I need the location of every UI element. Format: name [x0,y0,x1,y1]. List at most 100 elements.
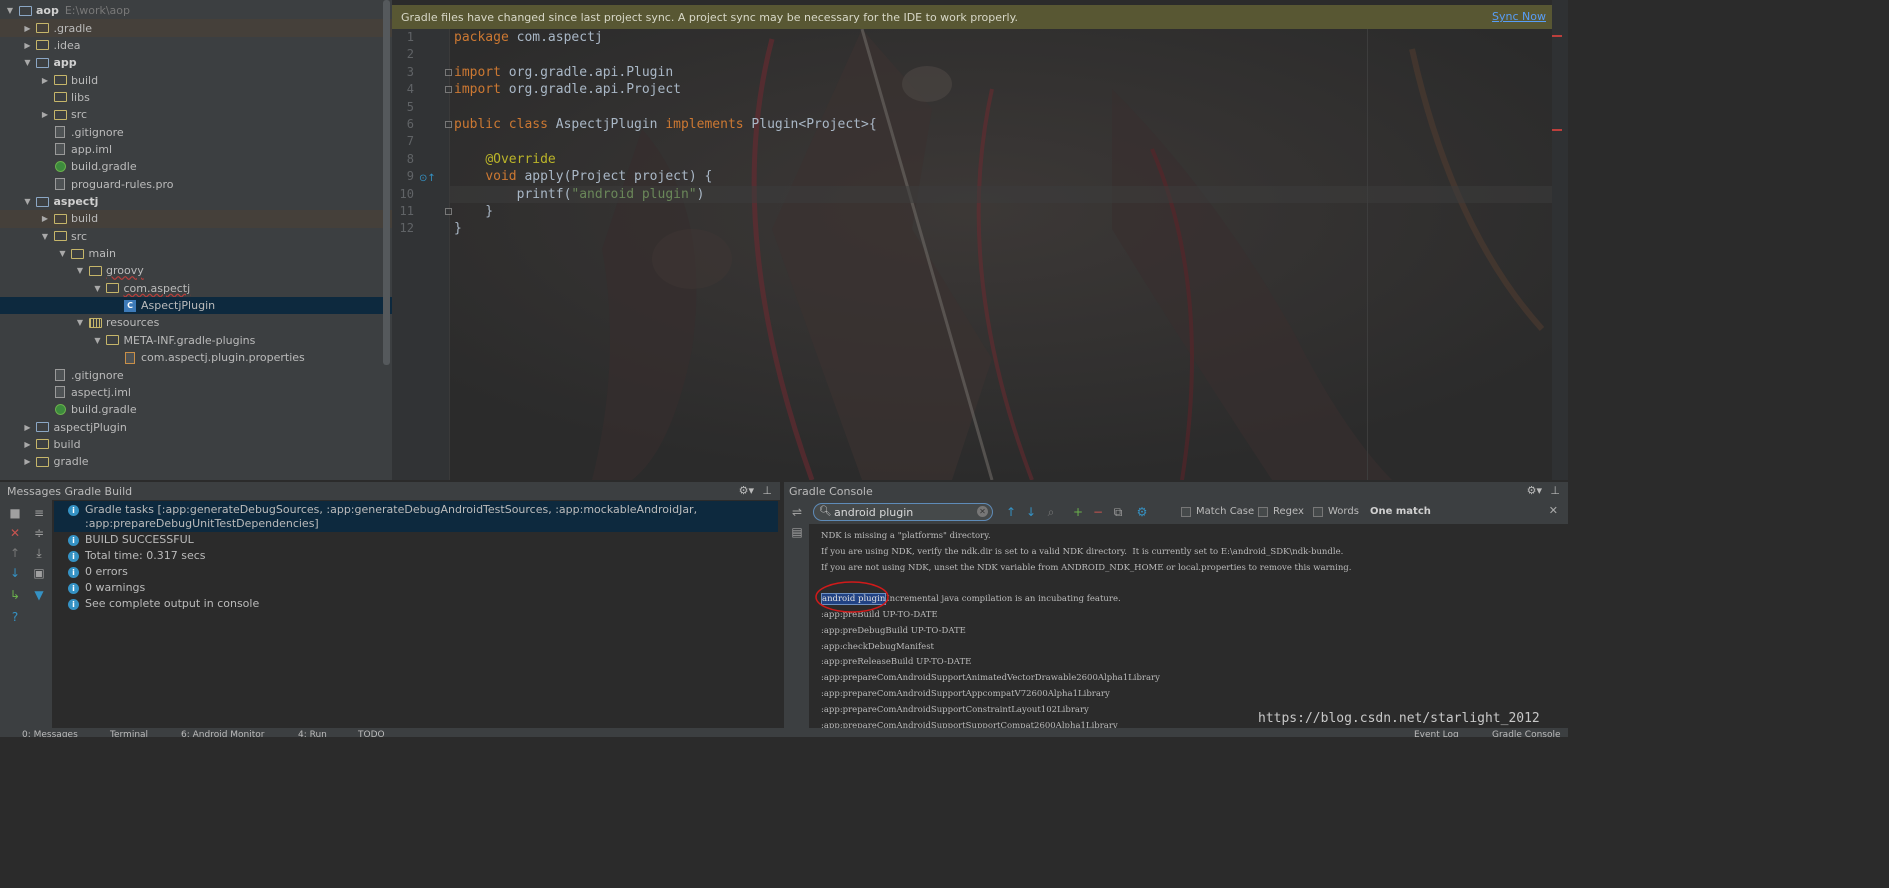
tool-tab-todo[interactable]: TODO [358,730,385,737]
settings-gear-icon[interactable]: ⚙▾ [1527,484,1542,497]
search-settings-icon[interactable]: ⚙ [1135,505,1149,519]
chevron-right-icon[interactable]: ▶ [39,110,51,119]
console-search-field[interactable]: 🔍︎ android plugin ✕ [813,503,993,521]
chevron-right-icon[interactable]: ▶ [39,214,51,223]
error-marker[interactable] [1552,35,1562,37]
tree-item-meta-inf-gradle-plugins[interactable]: ▼ META-INF.gradle-plugins [0,332,392,349]
tree-item--gitignore[interactable]: .gitignore [0,123,392,140]
chevron-right-icon[interactable]: ▶ [22,24,34,33]
hide-panel-icon[interactable]: ⊥ [1550,484,1560,497]
previous-occurrence-icon[interactable]: ↑ [8,546,22,560]
clear-console-icon[interactable]: ▤ [790,525,804,539]
chevron-right-icon[interactable]: ▶ [22,440,34,449]
tool-tab-0-messages[interactable]: 0: Messages [22,730,78,737]
chevron-down-icon[interactable]: ▼ [22,58,34,67]
words-option[interactable]: Words [1313,506,1359,517]
tree-item-app[interactable]: ▼ app [0,54,392,71]
tree-item-proguard-rules-pro[interactable]: proguard-rules.pro [0,176,392,193]
chevron-down-icon[interactable]: ▼ [92,284,104,293]
chevron-down-icon[interactable]: ▼ [39,232,51,241]
sync-now-link[interactable]: Sync Now [1492,10,1546,23]
next-occurrence-icon[interactable]: ↓ [8,566,22,580]
tree-item-aspectj[interactable]: ▼ aspectj [0,193,392,210]
error-marker[interactable] [1552,129,1562,131]
tree-item-aspectjplugin[interactable]: C AspectjPlugin [0,296,392,315]
soft-wrap-icon[interactable]: ⇌ [790,505,804,519]
tree-item-com-aspectj-plugin-properties[interactable]: com.aspectj.plugin.properties [0,349,392,366]
message-row[interactable]: i Total time: 0.317 secs [68,549,206,563]
chevron-down-icon[interactable]: ▼ [74,266,86,275]
clear-search-icon[interactable]: ✕ [977,506,988,517]
find-all-icon[interactable]: ⌕ [1044,505,1058,519]
tool-tab-gradle-console[interactable]: Gradle Console [1492,730,1561,737]
tree-item-build[interactable]: ▶ build [0,210,392,228]
regex-checkbox[interactable] [1258,506,1268,517]
collapse-all-icon[interactable]: ≑ [32,526,46,540]
hide-panel-icon[interactable]: ⊥ [762,484,772,497]
override-gutter-icon[interactable]: ⊙↑ [419,173,436,184]
rerun-icon[interactable]: ↳ [8,588,22,602]
help-icon[interactable]: ? [8,610,22,624]
tree-item-src[interactable]: ▶ src [0,106,392,123]
expand-all-icon[interactable]: ≡ [32,506,46,520]
match-case-checkbox[interactable] [1181,506,1191,517]
search-input[interactable]: android plugin [834,506,913,519]
close-icon[interactable]: ✕ [8,526,22,540]
chevron-right-icon[interactable]: ▶ [22,457,34,466]
tree-item-app-iml[interactable]: app.iml [0,141,392,158]
fold-marker-icon[interactable] [445,208,452,215]
tree-item-src[interactable]: ▼ src [0,228,392,245]
tree-scrollbar[interactable] [383,0,390,365]
chevron-down-icon[interactable]: ▼ [92,336,104,345]
match-case-option[interactable]: Match Case [1181,506,1254,517]
close-search-icon[interactable]: ✕ [1549,504,1558,517]
tree-item-aspectj-iml[interactable]: aspectj.iml [0,384,392,401]
editor-scrollbar[interactable] [1552,0,1568,480]
tree-item--idea[interactable]: ▶ .idea [0,37,392,54]
tree-item-main[interactable]: ▼ main [0,245,392,262]
message-row[interactable]: i BUILD SUCCESSFUL [68,533,194,547]
code-editor[interactable]: 1 2 3 4 5 6 7 8 9 10 11 12 ⊙↑ package com.aspectj imp… [392,29,1552,480]
message-row[interactable]: i Gradle tasks [:app:generateDebugSource… [68,503,697,531]
search-icon[interactable]: 🔍︎ [819,506,832,517]
tree-item-libs[interactable]: libs [0,89,392,106]
tree-item-groovy[interactable]: ▼ groovy [0,262,392,279]
chevron-right-icon[interactable]: ▶ [39,76,51,85]
fold-marker-icon[interactable] [445,68,452,76]
stop-icon[interactable]: ■ [8,506,22,520]
chevron-down-icon[interactable]: ▼ [57,249,69,258]
tree-item-gradle[interactable]: ▶ gradle [0,453,392,470]
tree-item-com-aspectj[interactable]: ▼ com.aspectj [0,280,392,297]
message-row[interactable]: i 0 errors [68,565,128,579]
chevron-down-icon[interactable]: ▼ [22,197,34,206]
previous-match-icon[interactable]: ↑ [1004,505,1018,519]
fold-marker-icon[interactable] [445,121,452,128]
tree-item-aop[interactable]: ▼ aop E:\work\aop [0,2,392,19]
tree-item-build-gradle[interactable]: build.gradle [0,158,392,175]
tree-item-build-gradle[interactable]: build.gradle [0,401,392,418]
words-checkbox[interactable] [1313,506,1323,517]
next-match-icon[interactable]: ↓ [1024,505,1038,519]
tree-item--gradle[interactable]: ▶ .gradle [0,19,392,37]
tool-tab-event-log[interactable]: Event Log [1414,730,1459,737]
chevron-down-icon[interactable]: ▼ [74,318,86,327]
filter-icon[interactable]: ▼ [32,588,46,602]
tool-tab-6-android-monitor[interactable]: 6: Android Monitor [181,730,265,737]
settings-gear-icon[interactable]: ⚙▾ [739,484,754,497]
chevron-right-icon[interactable]: ▶ [22,423,34,432]
remove-occurrence-icon[interactable]: − [1091,505,1105,519]
tree-item-build[interactable]: ▶ build [0,436,392,453]
add-occurrence-icon[interactable]: + [1071,505,1085,519]
chevron-down-icon[interactable]: ▼ [4,6,16,15]
message-row[interactable]: i 0 warnings [68,581,145,595]
tool-tab-4-run[interactable]: 4: Run [298,730,327,737]
export-icon[interactable]: ⤓ [32,546,46,560]
chevron-right-icon[interactable]: ▶ [22,41,34,50]
tree-item-resources[interactable]: ▼ resources [0,314,392,331]
tree-item-build[interactable]: ▶ build [0,71,392,88]
project-tree[interactable]: ▼ aop E:\work\aop ▶ .gradle ▶ .idea ▼ app ▶ build l… [0,0,392,480]
tree-item-aspectjplugin[interactable]: ▶ aspectjPlugin [0,418,392,435]
autoscroll-icon[interactable]: ▣ [32,566,46,580]
select-all-occurrences-icon[interactable]: ⧉ [1111,505,1125,519]
tree-item--gitignore[interactable]: .gitignore [0,366,392,383]
